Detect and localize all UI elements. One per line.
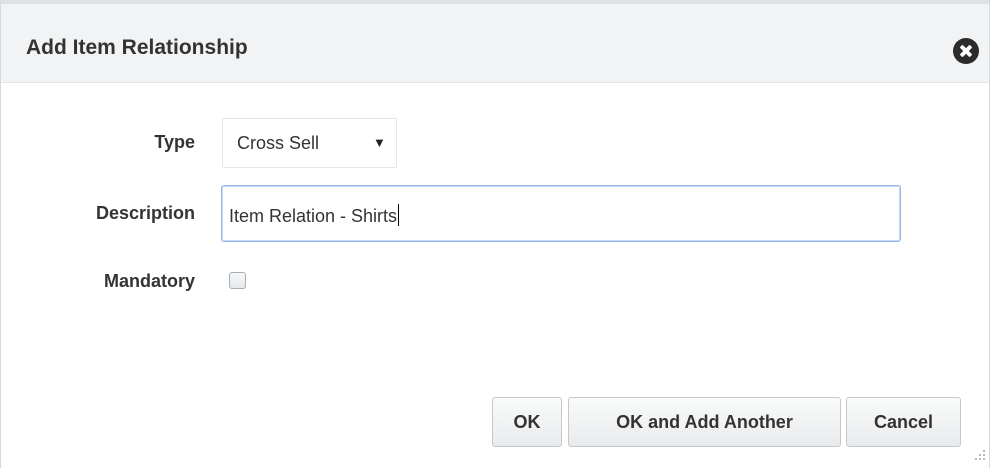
cancel-button[interactable]: Cancel: [846, 397, 961, 447]
type-select-value: Cross Sell: [237, 133, 320, 153]
add-item-relationship-dialog: Add Item Relationship Type Cross Sell ▼ …: [0, 0, 990, 468]
mandatory-label: Mandatory: [103, 271, 195, 291]
dropdown-arrow-icon: ▼: [373, 135, 386, 150]
resize-grip-icon[interactable]: [975, 450, 987, 462]
description-label: Description: [95, 203, 195, 223]
ok-button[interactable]: OK: [492, 397, 562, 447]
dialog-title: Add Item Relationship: [26, 36, 248, 59]
ok-and-add-another-button[interactable]: OK and Add Another: [568, 397, 841, 447]
close-icon[interactable]: [953, 38, 979, 64]
description-input-value: Item Relation - Shirts: [229, 204, 400, 226]
type-select[interactable]: Cross Sell ▼: [222, 118, 397, 168]
dialog-header: Add Item Relationship: [1, 4, 989, 83]
description-input[interactable]: Item Relation - Shirts: [221, 185, 901, 242]
mandatory-checkbox[interactable]: [229, 272, 246, 289]
text-caret: [398, 204, 400, 226]
type-label: Type: [154, 132, 195, 152]
